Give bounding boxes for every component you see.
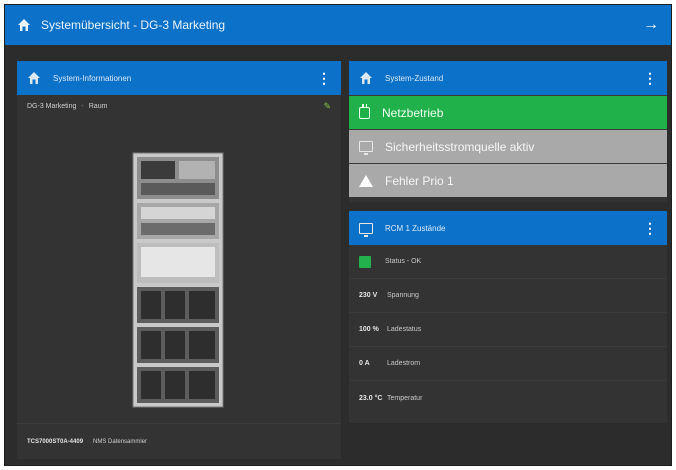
status-mains[interactable]: Netzbetrieb	[349, 95, 667, 129]
rcm-header: RCM 1 Zustände ⋮	[349, 211, 667, 245]
plug-icon	[359, 103, 370, 119]
rcm-panel: RCM 1 Zustände ⋮ Status - OK 230 V Spann…	[349, 211, 667, 423]
label: Ladestatus	[387, 326, 422, 333]
location-text: DG-3 Marketing	[27, 102, 77, 110]
system-status-panel: System-Zustand ⋮ Netzbetrieb Sicherheits…	[349, 61, 667, 202]
kebab-menu-icon[interactable]: ⋮	[643, 71, 657, 85]
rcm-row-current: 0 A Ladestrom	[349, 347, 667, 381]
kebab-menu-icon[interactable]: ⋮	[643, 221, 657, 235]
status-label: Netzbetrieb	[382, 105, 444, 120]
rcm-row-temperature: 23.0 °C Temperatur	[349, 381, 667, 415]
cabinet-image	[131, 151, 225, 409]
value: 100 %	[359, 326, 379, 333]
status-label: Fehler Prio 1	[385, 173, 454, 188]
rcm-row-voltage: 230 V Spannung	[349, 279, 667, 313]
value: 0 A	[359, 360, 370, 367]
label: Temperatur	[387, 394, 423, 402]
arrow-right-icon[interactable]: →	[643, 16, 659, 34]
panel-title: RCM 1 Zustände	[385, 223, 446, 233]
status-label: Sicherheitsstromquelle aktiv	[385, 139, 535, 154]
value: 230 V	[359, 292, 378, 299]
house-icon	[359, 71, 373, 85]
status-backup-source[interactable]: Sicherheitsstromquelle aktiv	[349, 129, 667, 163]
system-info-header: System-Informationen ⋮	[17, 61, 341, 95]
app-frame: Systemübersicht - DG-3 Marketing → Syste…	[4, 4, 672, 466]
monitor-icon	[359, 222, 373, 237]
system-info-panel: System-Informationen ⋮ DG-3 Marketing - …	[17, 61, 341, 459]
warning-icon	[359, 174, 373, 187]
monitor-icon	[359, 141, 373, 155]
kebab-menu-icon[interactable]: ⋮	[317, 71, 331, 85]
serial-number: TCS7000ST0A-4409	[27, 438, 84, 445]
status-error[interactable]: Fehler Prio 1	[349, 163, 667, 197]
panel-title: System-Informationen	[53, 73, 132, 83]
label: Ladestrom	[387, 360, 421, 367]
rcm-status-row: Status - OK	[349, 245, 667, 279]
label: Spannung	[387, 292, 419, 299]
device-label: NMS Datensammler	[93, 438, 148, 445]
status-text: Status - OK	[385, 258, 422, 265]
rcm-row-charge: 100 % Ladestatus	[349, 313, 667, 347]
device-footer: TCS7000ST0A-4409 NMS Datensammler	[17, 423, 341, 459]
page-title: Systemübersicht - DG-3 Marketing	[41, 18, 226, 32]
system-status-header: System-Zustand ⋮	[349, 61, 667, 95]
house-icon	[17, 18, 31, 32]
top-bar: Systemübersicht - DG-3 Marketing →	[5, 5, 671, 45]
status-led-icon	[359, 255, 371, 268]
location-line: DG-3 Marketing - Raum ✎	[17, 95, 341, 117]
separator: -	[81, 102, 84, 110]
panel-title: System-Zustand	[385, 73, 444, 83]
house-icon	[27, 71, 41, 85]
value: 23.0 °C	[359, 394, 383, 402]
edit-pencil-icon[interactable]: ✎	[323, 101, 331, 112]
room-text: Raum	[88, 102, 108, 110]
